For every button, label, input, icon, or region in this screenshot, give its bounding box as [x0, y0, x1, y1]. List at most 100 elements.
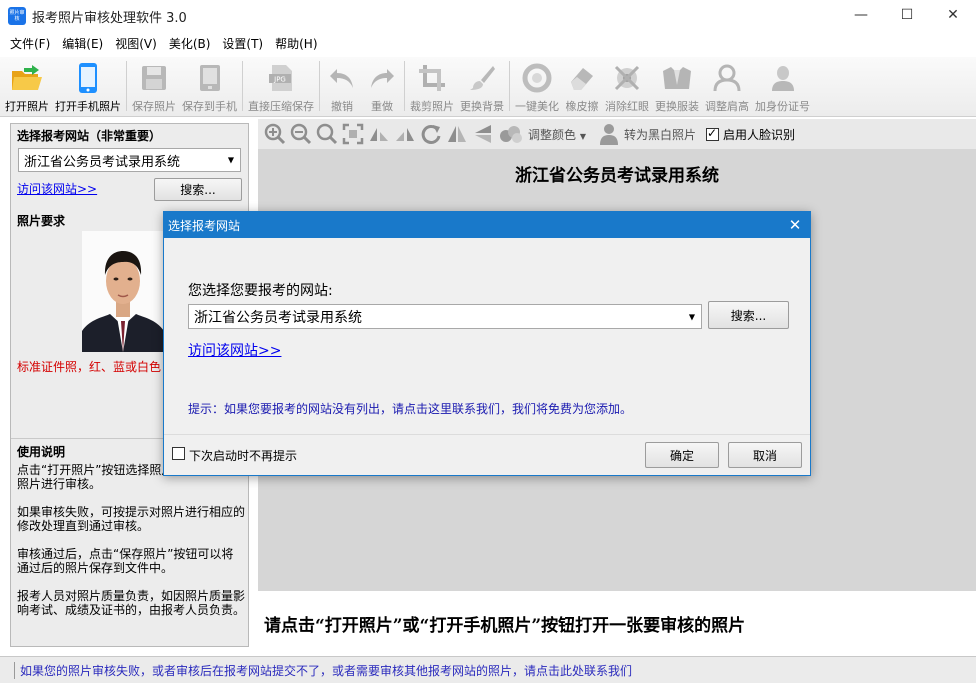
beautify-icon	[520, 61, 554, 95]
brush-icon	[465, 61, 499, 95]
close-button[interactable]: ✕	[930, 0, 976, 30]
shoulder-icon	[710, 61, 744, 95]
redo-label: 重做	[371, 100, 393, 113]
palette-icon	[496, 121, 526, 147]
app-icon: 照片审核	[8, 7, 26, 25]
sample-photo	[82, 231, 164, 352]
save-to-phone-button[interactable]: 保存到手机	[179, 57, 240, 115]
open-photo-label: 打开照片	[5, 100, 49, 113]
dialog-title-bar: 选择报考网站	[164, 212, 810, 238]
face-detect-label: 启用人脸识别	[723, 127, 796, 142]
dialog-search-button[interactable]: 搜索...	[708, 301, 789, 329]
save-icon	[137, 61, 171, 95]
requirements-title: 照片要求	[17, 214, 66, 228]
fit-screen-icon[interactable]	[340, 121, 366, 147]
adjust-color-dropdown[interactable]: 调整颜色 ▼	[528, 126, 586, 143]
open-photo-button[interactable]: 打开照片	[2, 57, 52, 115]
toolbar-separator	[404, 61, 405, 111]
menu-bar: 文件(F) 编辑(E) 视图(V) 美化(B) 设置(T) 帮助(H)	[0, 33, 976, 55]
one-click-beautify-label: 一键美化	[515, 100, 559, 113]
app-icon-text: 照片审核	[9, 10, 25, 22]
dialog-site-select[interactable]: 浙江省公务员考试录用系统 ▼	[188, 304, 702, 329]
red-eye-icon	[610, 61, 644, 95]
cancel-button[interactable]: 取消	[728, 442, 802, 468]
one-click-beautify-button[interactable]: 一键美化	[512, 57, 562, 115]
dialog-visit-site-link[interactable]: 访问该网站>>	[188, 340, 281, 360]
change-clothes-button[interactable]: 更换服装	[652, 57, 702, 115]
usage-paragraph: 报考人员对照片质量负责，如因照片质量影响考试、成绩及证书的，由报考人员负责。	[17, 589, 246, 617]
chevron-down-icon: ▼	[688, 312, 695, 321]
change-clothes-label: 更换服装	[655, 100, 699, 113]
sample-portrait-icon	[82, 231, 164, 352]
crop-photo-button[interactable]: 裁剪照片	[407, 57, 457, 115]
toolbar-separator	[242, 61, 243, 111]
menu-edit[interactable]: 编辑(E)	[56, 33, 109, 55]
menu-help[interactable]: 帮助(H)	[269, 33, 323, 55]
site-select[interactable]: 浙江省公务员考试录用系统 ▼	[18, 148, 241, 172]
dialog-footer: 下次启动时不再提示 确定 取消	[164, 434, 810, 475]
undo-button[interactable]: 撤销	[322, 57, 362, 115]
save-photo-label: 保存照片	[132, 100, 176, 113]
dialog-prompt: 您选择您要报考的网站:	[188, 283, 333, 299]
site-section-title: 选择报考网站（非常重要）	[17, 129, 162, 143]
remove-red-eye-label: 消除红眼	[605, 100, 649, 113]
eraser-label: 橡皮擦	[565, 100, 599, 113]
menu-settings[interactable]: 设置(T)	[216, 33, 269, 55]
ok-button[interactable]: 确定	[645, 442, 719, 468]
contact-us-link[interactable]: 如果您的照片审核失败，或者审核后在报考网站提交不了，或者需要审核其他报考网站的照…	[14, 661, 632, 679]
toolbar-separator	[319, 61, 320, 111]
rotate-left-icon[interactable]	[366, 121, 392, 147]
main-toolbar: 打开照片 打开手机照片 保存照片 保存到手机 JPG 直接压缩保存 撤销 重做 …	[0, 57, 976, 117]
change-background-label: 更换背景	[460, 100, 504, 113]
menu-view[interactable]: 视图(V)	[109, 33, 163, 55]
dialog-title: 选择报考网站	[168, 218, 241, 233]
convert-bw-button[interactable]: 转为黑白照片	[624, 126, 696, 143]
minimize-button[interactable]: —	[838, 0, 884, 30]
dialog-tip-link[interactable]: 提示：如果您要报考的网站没有列出，请点击这里联系我们，我们将免费为您添加。	[188, 400, 632, 417]
crop-icon	[415, 61, 449, 95]
add-id-number-button[interactable]: 加身份证号	[752, 57, 813, 115]
compress-save-button[interactable]: JPG 直接压缩保存	[245, 57, 317, 115]
undo-label: 撤销	[331, 100, 353, 113]
dialog-site-select-value: 浙江省公务员考试录用系统	[194, 309, 362, 326]
chevron-down-icon: ▼	[227, 155, 234, 165]
visit-site-link[interactable]: 访问该网站>>	[17, 180, 97, 197]
zoom-out-icon[interactable]	[288, 121, 314, 147]
face-detect-checkbox[interactable]	[706, 126, 720, 141]
compress-save-label: 直接压缩保存	[248, 100, 314, 113]
dont-show-again-checkbox[interactable]	[172, 447, 185, 460]
rotate-right-icon[interactable]	[392, 121, 418, 147]
zoom-actual-icon[interactable]	[314, 121, 340, 147]
add-id-number-label: 加身份证号	[755, 100, 810, 113]
site-select-value: 浙江省公务员考试录用系统	[24, 154, 181, 170]
menu-beautify[interactable]: 美化(B)	[163, 33, 217, 55]
adjust-shoulder-label: 调整肩高	[705, 100, 749, 113]
undo-icon	[325, 61, 359, 95]
eraser-button[interactable]: 橡皮擦	[562, 57, 602, 115]
folder-open-icon	[10, 61, 44, 95]
canvas-site-title: 浙江省公务员考试录用系统	[515, 166, 719, 186]
search-site-button[interactable]: 搜索...	[154, 178, 242, 201]
change-background-button[interactable]: 更换背景	[457, 57, 507, 115]
maximize-button[interactable]: ☐	[884, 0, 930, 30]
title-bar: 照片审核 报考照片审核处理软件 3.0 — ☐ ✕	[0, 0, 976, 32]
window-controls: — ☐ ✕	[838, 0, 976, 32]
select-site-dialog: 选择报考网站 ✕ 您选择您要报考的网站: 浙江省公务员考试录用系统 ▼ 搜索..…	[163, 211, 811, 476]
open-phone-photo-label: 打开手机照片	[55, 100, 121, 113]
zoom-in-icon[interactable]	[262, 121, 288, 147]
window-title: 报考照片审核处理软件 3.0	[32, 10, 187, 26]
refresh-icon[interactable]	[418, 121, 444, 147]
eraser-icon	[565, 61, 599, 95]
dialog-body: 您选择您要报考的网站: 浙江省公务员考试录用系统 ▼ 搜索... 访问该网站>>…	[164, 238, 810, 434]
dialog-close-button[interactable]: ✕	[780, 212, 810, 238]
flip-horizontal-icon[interactable]	[444, 121, 470, 147]
flip-vertical-icon[interactable]	[470, 121, 496, 147]
save-to-phone-label: 保存到手机	[182, 100, 237, 113]
redo-button[interactable]: 重做	[362, 57, 402, 115]
adjust-shoulder-button[interactable]: 调整肩高	[702, 57, 752, 115]
menu-file[interactable]: 文件(F)	[4, 33, 56, 55]
save-photo-button[interactable]: 保存照片	[129, 57, 179, 115]
svg-text:JPG: JPG	[273, 76, 286, 84]
remove-red-eye-button[interactable]: 消除红眼	[602, 57, 652, 115]
open-phone-photo-button[interactable]: 打开手机照片	[52, 57, 124, 115]
